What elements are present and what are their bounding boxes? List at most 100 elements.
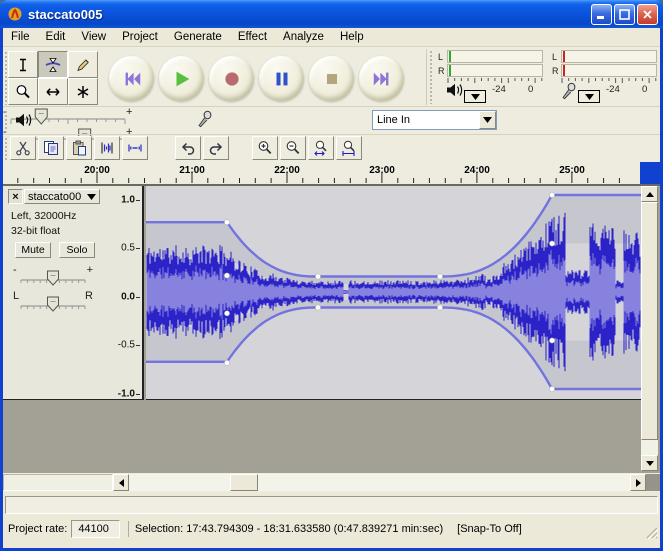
mixer-toolbar-grabber[interactable] [4, 110, 9, 132]
menu-edit[interactable]: Edit [38, 30, 74, 44]
transport-toolbar [107, 47, 425, 105]
undo-icon [180, 140, 196, 156]
snap-to-status: [Snap-To Off] [457, 523, 522, 535]
svg-text:24:00: 24:00 [464, 165, 490, 176]
skip-to-start-icon [121, 68, 143, 90]
menu-effect[interactable]: Effect [230, 30, 275, 44]
menu-view[interactable]: View [73, 30, 114, 44]
undo-button[interactable] [175, 136, 201, 160]
chevron-down-icon[interactable] [479, 111, 496, 129]
microphone-icon [560, 82, 576, 98]
skip-to-end-button[interactable] [359, 56, 404, 101]
selection-tool-button[interactable] [8, 51, 38, 78]
vertical-ruler-label: 1.0 [121, 194, 135, 205]
trim-button[interactable] [94, 136, 120, 160]
edit-toolbar-grabber[interactable] [4, 137, 9, 160]
redo-button[interactable] [203, 136, 229, 160]
status-bar: Project rate: 44100 Selection: 17:43.794… [3, 492, 660, 548]
menu-help[interactable]: Help [332, 30, 372, 44]
pan-slider[interactable]: L R [11, 292, 95, 314]
svg-text:21:00: 21:00 [179, 165, 205, 176]
svg-text:23:00: 23:00 [369, 165, 395, 176]
multi-tool-button[interactable] [68, 78, 98, 105]
waveform-display[interactable] [146, 186, 643, 400]
horizontal-scroll-thumb[interactable] [230, 474, 258, 491]
svg-text:22:00: 22:00 [274, 165, 300, 176]
track-close-button[interactable]: × [8, 189, 23, 204]
cut-button[interactable] [10, 136, 36, 160]
tools-toolbar [8, 51, 98, 105]
input-meter-dropdown-button[interactable] [578, 90, 600, 103]
play-icon [171, 68, 193, 90]
selection-status: Selection: 17:43.794309 - 18:31.633580 (… [135, 523, 443, 535]
menu-analyze[interactable]: Analyze [275, 30, 332, 44]
pause-icon [271, 68, 293, 90]
input-source-select[interactable]: Line In [372, 110, 497, 130]
svg-text:20:00: 20:00 [84, 165, 110, 176]
close-button[interactable] [637, 4, 658, 25]
output-meter-left-label: L [438, 52, 443, 62]
mixer-toolbar: -+ -+ Line In [3, 107, 660, 135]
input-meter-right-label: R [552, 66, 559, 76]
paste-button[interactable] [66, 136, 92, 160]
stop-button[interactable] [309, 56, 354, 101]
copy-button[interactable] [38, 136, 64, 160]
meter-bar [447, 64, 543, 77]
scroll-left-button[interactable] [113, 474, 129, 491]
timeshift-tool-button[interactable] [38, 78, 68, 105]
draw-tool-button[interactable] [68, 51, 98, 78]
zoom-tool-icon [15, 84, 31, 100]
edit-toolbar [3, 135, 660, 162]
play-button[interactable] [159, 56, 204, 101]
menu-project[interactable]: Project [114, 30, 166, 44]
silence-button[interactable] [122, 136, 148, 160]
output-meter-dropdown-button[interactable] [464, 90, 486, 103]
vertical-scroll-thumb[interactable] [641, 202, 658, 440]
pause-button[interactable] [259, 56, 304, 101]
skip-to-start-button[interactable] [109, 56, 154, 101]
menu-file[interactable]: File [3, 30, 38, 44]
fit-project-button[interactable] [336, 136, 362, 160]
fit-selection-button[interactable] [308, 136, 334, 160]
speaker-icon [446, 82, 462, 98]
track-format-line1: Left, 32000Hz [11, 210, 76, 222]
vertical-ruler-label: -1.0 [118, 388, 135, 399]
maximize-button[interactable] [614, 4, 635, 25]
vertical-ruler[interactable]: 1.00.50.0-0.5-1.0 [103, 186, 144, 400]
resize-grip[interactable] [645, 526, 659, 540]
vertical-scrollbar[interactable] [641, 186, 658, 471]
solo-button[interactable]: Solo [59, 242, 95, 258]
record-icon [221, 68, 243, 90]
envelope-tool-button[interactable] [38, 51, 68, 78]
timeline-ruler[interactable]: 20:0021:0022:0023:0024:0025:00 [3, 162, 640, 184]
track-title-menu[interactable]: staccato00 [24, 189, 100, 204]
zoom-out-button[interactable] [280, 136, 306, 160]
zoom-in-button[interactable] [252, 136, 278, 160]
minimize-button[interactable] [591, 4, 612, 25]
meter-toolbar-grabber[interactable] [429, 50, 434, 104]
output-meter[interactable]: LR-240 [436, 49, 544, 105]
input-meter[interactable]: LR-240 [550, 49, 658, 105]
track-title: staccato00 [28, 191, 81, 203]
slider-thumb-icon [11, 268, 95, 290]
selection-tool-icon [15, 57, 31, 73]
meter-accent [449, 51, 451, 62]
draw-tool-icon [75, 57, 91, 73]
copy-icon [43, 140, 59, 156]
meter-scale-end-label: 0 [642, 84, 647, 95]
mute-button[interactable]: Mute [15, 242, 51, 258]
vertical-ruler-label: 0.5 [121, 243, 135, 254]
scroll-up-button[interactable] [641, 186, 658, 202]
multi-tool-icon [75, 84, 91, 100]
vertical-ruler-label: -0.5 [118, 340, 135, 351]
menu-generate[interactable]: Generate [166, 30, 230, 44]
meter-scale-end-label: 0 [528, 84, 533, 95]
input-meter-left-label: L [552, 52, 557, 62]
scroll-down-button[interactable] [641, 455, 658, 471]
zoom-tool-button[interactable] [8, 78, 38, 105]
title-bar[interactable]: staccato005 [0, 0, 663, 28]
gain-slider[interactable]: - + [11, 266, 95, 288]
scroll-right-button[interactable] [630, 474, 646, 491]
horizontal-scrollbar[interactable] [3, 473, 660, 492]
record-button[interactable] [209, 56, 254, 101]
